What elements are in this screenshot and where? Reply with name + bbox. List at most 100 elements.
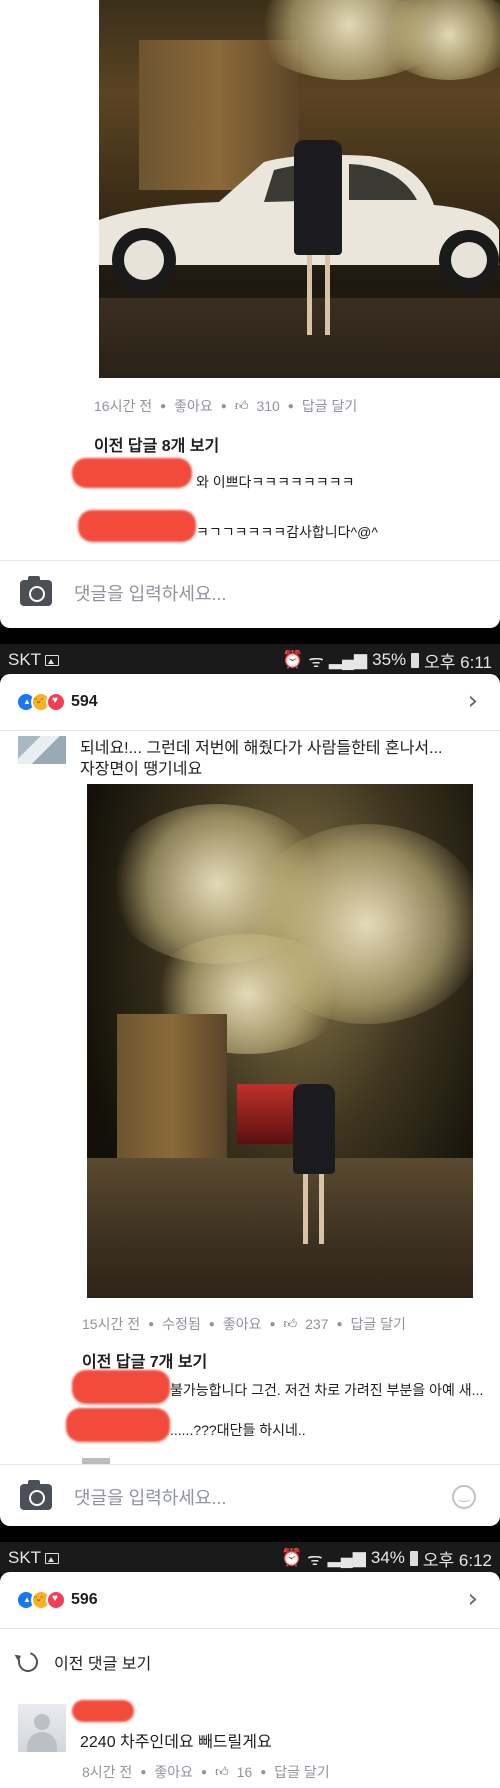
like-count[interactable]: 16 (237, 1764, 253, 1780)
comment-time: 15시간 전 (82, 1316, 141, 1332)
separator-dot: ● (208, 1318, 215, 1330)
redacted-username (72, 458, 192, 488)
gallery-notification-icon (45, 1552, 60, 1564)
avatar-head (34, 1714, 50, 1730)
reply-text: ㅋㄱㄱㅋㅋㅋㅋ감사합니다^@^ (196, 524, 378, 540)
separator-dot: ● (201, 1766, 208, 1778)
reply-text: 와 이쁘다ㅋㅋㅋㅋㅋㅋㅋㅋ (196, 474, 355, 490)
comment-input-bar[interactable]: 댓글을 입력하세요... (0, 1464, 500, 1526)
camera-icon[interactable] (20, 575, 52, 606)
comment-body: 되네요!... 그런데 저번에 해줬다가 사람들한테 혼나서... 자장면이 땡… (80, 738, 442, 780)
reaction-summary[interactable]: 594 (16, 692, 98, 712)
comment-body: 2240 차주인데요 빼드릴게요 (80, 1734, 272, 1751)
redacted-username (72, 1370, 170, 1404)
comment-input[interactable]: 댓글을 입력하세요... (74, 1484, 226, 1510)
alarm-icon: ⏰ (282, 650, 304, 669)
person-figure (294, 140, 342, 255)
pavement (87, 1158, 473, 1298)
reaction-count: 596 (71, 1591, 98, 1608)
wifi-icon: ᯤ (307, 1549, 323, 1569)
reply-link[interactable]: 답글 달기 (274, 1762, 329, 1782)
redacted-username (66, 1408, 170, 1442)
emoji-icon[interactable] (452, 1484, 476, 1509)
separator-dot: ● (336, 1318, 343, 1330)
comment-input[interactable]: 댓글을 입력하세요... (74, 580, 226, 606)
thumbs-up-icon: 👍︎ (234, 398, 249, 413)
gallery-notification-icon (45, 654, 60, 666)
signal-icon: ▂▄▆ (327, 1548, 366, 1567)
view-previous-replies[interactable]: 이전 답글 8개 보기 (94, 432, 219, 456)
like-link[interactable]: 좋아요 (223, 1314, 262, 1334)
carrier: SKT (8, 1548, 42, 1567)
comment-thread-1: 16시간 전 ● 좋아요 ● 👍︎ 310 ● 답글 달기 이전 답글 8개 보… (0, 0, 500, 628)
person-leg (325, 255, 330, 335)
lit-shopfront (237, 1084, 297, 1144)
chevron-right-icon[interactable]: › (468, 686, 478, 716)
battery-percent: 34% (370, 1548, 405, 1567)
person-figure (293, 1084, 335, 1174)
like-count[interactable]: 310 (256, 398, 279, 414)
edited-label: 수정됨 (162, 1316, 201, 1332)
signal-icon: ▂▄▆ (328, 650, 368, 669)
status-bar: SKT ⏰ ᯤ ▂▄▆ 35% 오후 6:11 (0, 644, 500, 676)
view-previous-comments-label: 이전 댓글 보기 (54, 1656, 152, 1673)
comment-time: 8시간 전 (82, 1764, 133, 1780)
building-wall (117, 1014, 227, 1164)
like-count[interactable]: 237 (305, 1316, 328, 1332)
avatar-body (27, 1732, 57, 1752)
redacted-username (78, 510, 196, 542)
comment-line: 되네요!... 그런데 저번에 해줬다가 사람들한테 혼나서... (80, 740, 443, 757)
reaction-summary[interactable]: 596 (16, 1590, 98, 1610)
reply-link[interactable]: 답글 달기 (302, 396, 357, 416)
avatar[interactable] (18, 1704, 66, 1752)
battery-percent: 35% (372, 650, 407, 669)
separator-dot: ● (140, 1766, 147, 1778)
comment-thread-3: 596 › 이전 댓글 보기 2240 차주인데요 빼드릴게요 8시간 전 ● … (0, 1572, 500, 1788)
comment-line: 자장면이 땡기네요 (80, 761, 203, 778)
carrier: SKT (8, 650, 42, 669)
clock: 오후 6:11 (424, 652, 492, 672)
avatar[interactable] (18, 736, 66, 764)
reply-text: ......???대단들 하시네.. (170, 1422, 306, 1438)
redacted-username (72, 1700, 134, 1722)
comment-meta: 16시간 전 ● 좋아요 ● 👍︎ 310 ● 답글 달기 (94, 396, 357, 416)
night-photo[interactable] (87, 784, 473, 1298)
person-leg (307, 255, 312, 335)
separator-dot: ● (220, 400, 227, 412)
refresh-icon (14, 1648, 42, 1676)
like-link[interactable]: 좋아요 (174, 396, 213, 416)
view-previous-replies[interactable]: 이전 답글 7개 보기 (82, 1348, 207, 1372)
status-bar: SKT ⏰ ᯤ ▂▄▆ 34% 오후 6:12 (0, 1542, 500, 1574)
person-leg (303, 1174, 308, 1244)
battery-icon (411, 652, 420, 668)
car-photo[interactable] (99, 0, 500, 378)
separator-dot: ● (287, 400, 294, 412)
alarm-icon: ⏰ (280, 1548, 303, 1567)
divider (0, 730, 500, 731)
separator-dot: ● (148, 1318, 155, 1330)
separator-dot: ● (160, 400, 167, 412)
battery-icon (409, 1550, 418, 1566)
reply-link[interactable]: 답글 달기 (351, 1314, 406, 1334)
wifi-icon: ᯤ (308, 651, 324, 671)
reaction-count: 594 (71, 693, 98, 710)
pavement (99, 298, 500, 378)
comment-input-bar[interactable]: 댓글을 입력하세요... (0, 560, 500, 624)
separator-dot: ● (269, 1318, 276, 1330)
reply-text: 불가능합니다 그건. 저건 차로 가려진 부분을 아예 새... (170, 1382, 484, 1398)
divider (0, 1628, 500, 1629)
view-previous-comments[interactable]: 이전 댓글 보기 (14, 1648, 152, 1676)
camera-icon[interactable] (20, 1479, 52, 1510)
comment-meta: 8시간 전 ● 좋아요 ● 👍︎ 16 ● 답글 달기 (82, 1762, 330, 1782)
love-reaction-icon (46, 692, 66, 712)
chevron-right-icon[interactable]: › (468, 1584, 478, 1614)
comment-time: 16시간 전 (94, 398, 153, 414)
comment-thread-2: 594 › 되네요!... 그런데 저번에 해줬다가 사람들한테 혼나서... … (0, 674, 500, 1526)
thumbs-up-icon: 👍︎ (283, 1316, 298, 1331)
clock: 오후 6:12 (422, 1550, 492, 1570)
person-leg (319, 1174, 324, 1244)
comment-meta: 15시간 전 ● 수정됨 ● 좋아요 ● 👍︎ 237 ● 답글 달기 (82, 1314, 406, 1334)
separator-dot: ● (260, 1766, 267, 1778)
thumbs-up-icon: 👍︎ (215, 1764, 229, 1779)
like-link[interactable]: 좋아요 (154, 1762, 193, 1782)
